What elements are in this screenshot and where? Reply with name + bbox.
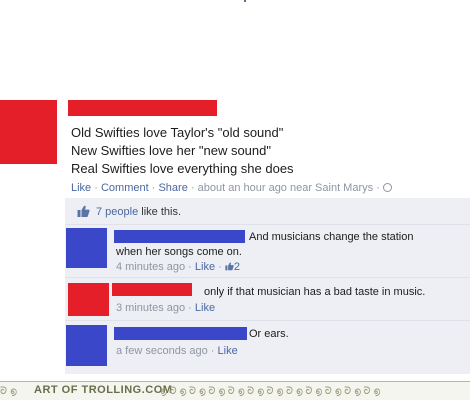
globe-icon (382, 183, 392, 192)
thumbs-up-icon (225, 262, 234, 271)
post-author-name-redacted[interactable] (68, 100, 217, 116)
likes-suffix: like this. (141, 206, 182, 218)
comment-3-author-redacted[interactable] (114, 327, 247, 340)
comment-1-like-link[interactable]: Like (195, 261, 215, 273)
comment-1-like-count-value: 2 (233, 261, 241, 273)
likes-count-link[interactable]: 7 people (96, 206, 138, 218)
comment-separator (65, 320, 470, 321)
comment-2-meta: 3 minutes ago · Like (116, 302, 216, 314)
post-line-3: Real Swifties love everything she does (71, 161, 294, 176)
swirl-ornament-left: ᘐ ൭ (0, 386, 17, 397)
comment-3-text: Or ears. (249, 328, 289, 340)
likes-summary: 7 people like this. (96, 206, 181, 218)
comment-1-avatar[interactable] (66, 228, 107, 268)
comment-2-avatar[interactable] (68, 283, 109, 316)
watermark-banner-border (0, 381, 470, 382)
comment-3-time[interactable]: a few seconds ago (116, 345, 208, 357)
comment-2-like-link[interactable]: Like (195, 302, 215, 314)
comment-1-time[interactable]: 4 minutes ago (116, 261, 185, 273)
comment-3-avatar[interactable] (66, 325, 107, 366)
post-share-link[interactable]: Share (158, 182, 187, 194)
comment-2-text: only if that musician has a bad taste in… (204, 286, 426, 298)
post-line-2: New Swifties love her "new sound" (71, 143, 271, 158)
post-body: Old Swifties love Taylor's "old sound" N… (71, 124, 461, 178)
comment-separator (65, 277, 470, 278)
comment-3-like-link[interactable]: Like (218, 345, 238, 357)
post-actions: Like · Comment · Share · about an hour a… (71, 182, 392, 194)
comment-2-time[interactable]: 3 minutes ago (116, 302, 185, 314)
comment-1-like-count[interactable]: 2 (225, 261, 240, 273)
post-comment-link[interactable]: Comment (101, 182, 149, 194)
comment-2-author-redacted[interactable] (112, 283, 192, 296)
post-line-1: Old Swifties love Taylor's "old sound" (71, 125, 284, 140)
post-like-link[interactable]: Like (71, 182, 91, 194)
comment-1-author-redacted[interactable] (114, 230, 245, 243)
top-dot (244, 0, 246, 2)
thumbs-up-icon (77, 205, 90, 217)
comment-1-text-line-1: And musicians change the station (249, 231, 414, 243)
post-timestamp[interactable]: about an hour ago near Saint Marys (198, 182, 374, 194)
swirl-ornament-right: ൭ ᘐ ൭ ᘐ ൭ ᘐ ൭ ᘐ ൭ ᘐ ൭ ᘐ ൭ ᘐ ൭ ᘐ ൭ ᘐ ൭ ᘐ … (160, 386, 381, 397)
comment-3-meta: a few seconds ago · Like (116, 345, 238, 357)
comment-1-meta: 4 minutes ago · Like · 2 (116, 261, 241, 273)
watermark-text: ART OF TROLLING.COM (34, 384, 173, 396)
post-author-avatar[interactable] (0, 100, 57, 164)
comment-1-text-line-2: when her songs come on. (116, 246, 242, 258)
